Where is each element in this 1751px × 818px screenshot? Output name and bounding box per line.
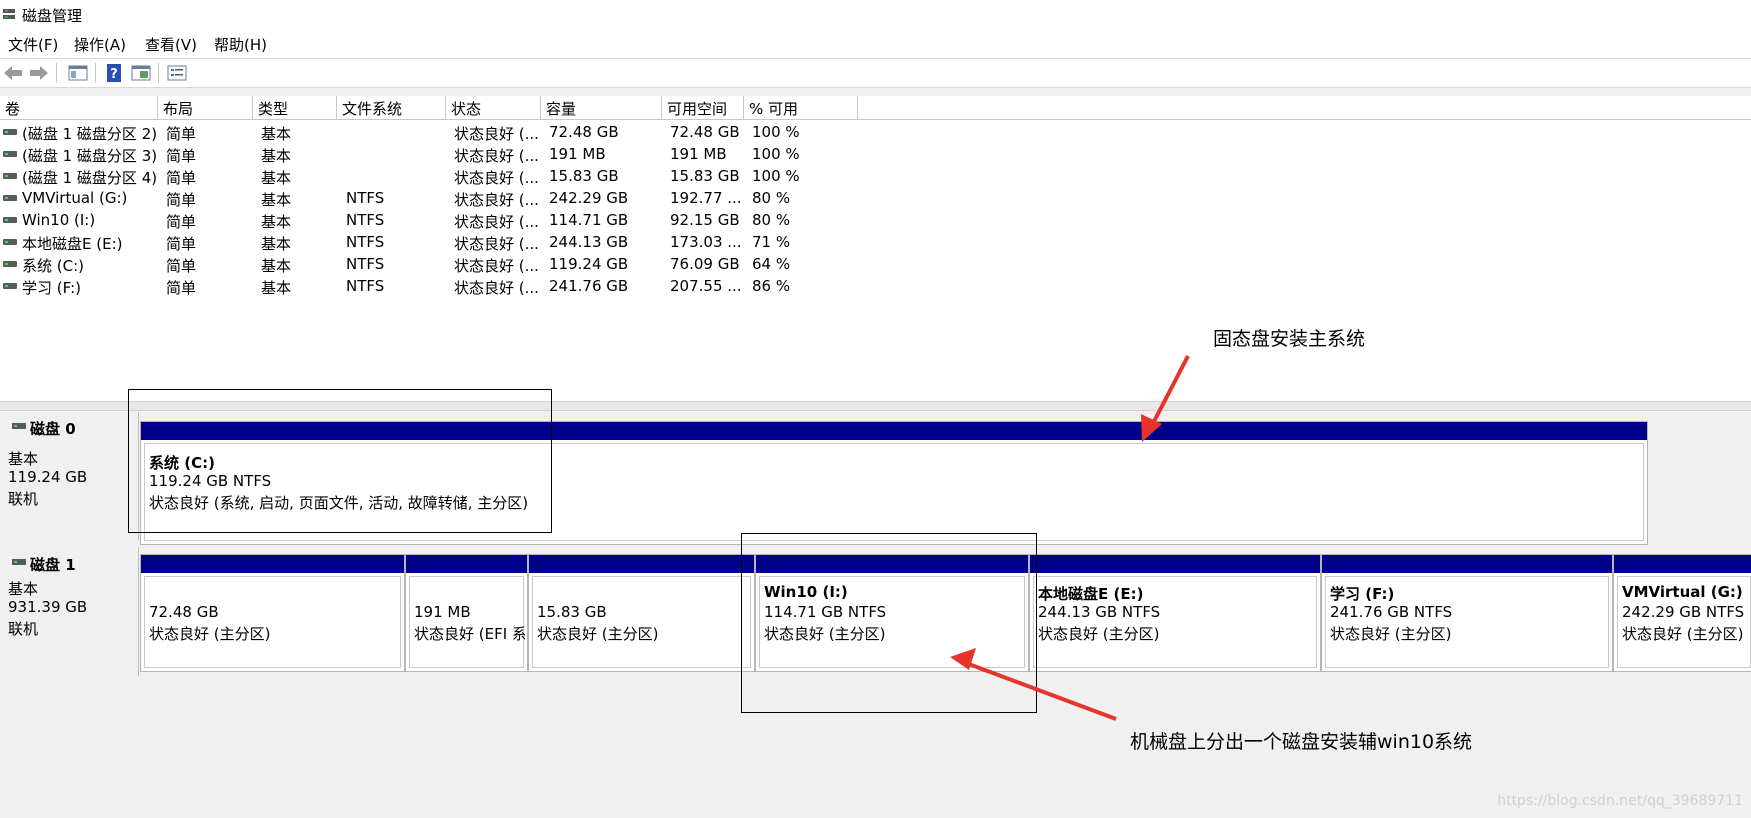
annotation-ssd-note: 固态盘安装主系统 xyxy=(1213,328,1366,350)
watermark: https://blog.csdn.net/qq_39689711 xyxy=(1497,793,1743,809)
arrow-icon xyxy=(1141,355,1190,442)
annotation-arrows xyxy=(950,355,1190,721)
annotation-hdd-note: 机械盘上分出一个磁盘安装辅win10系统 xyxy=(1130,731,1473,753)
arrow-icon xyxy=(950,648,1117,721)
